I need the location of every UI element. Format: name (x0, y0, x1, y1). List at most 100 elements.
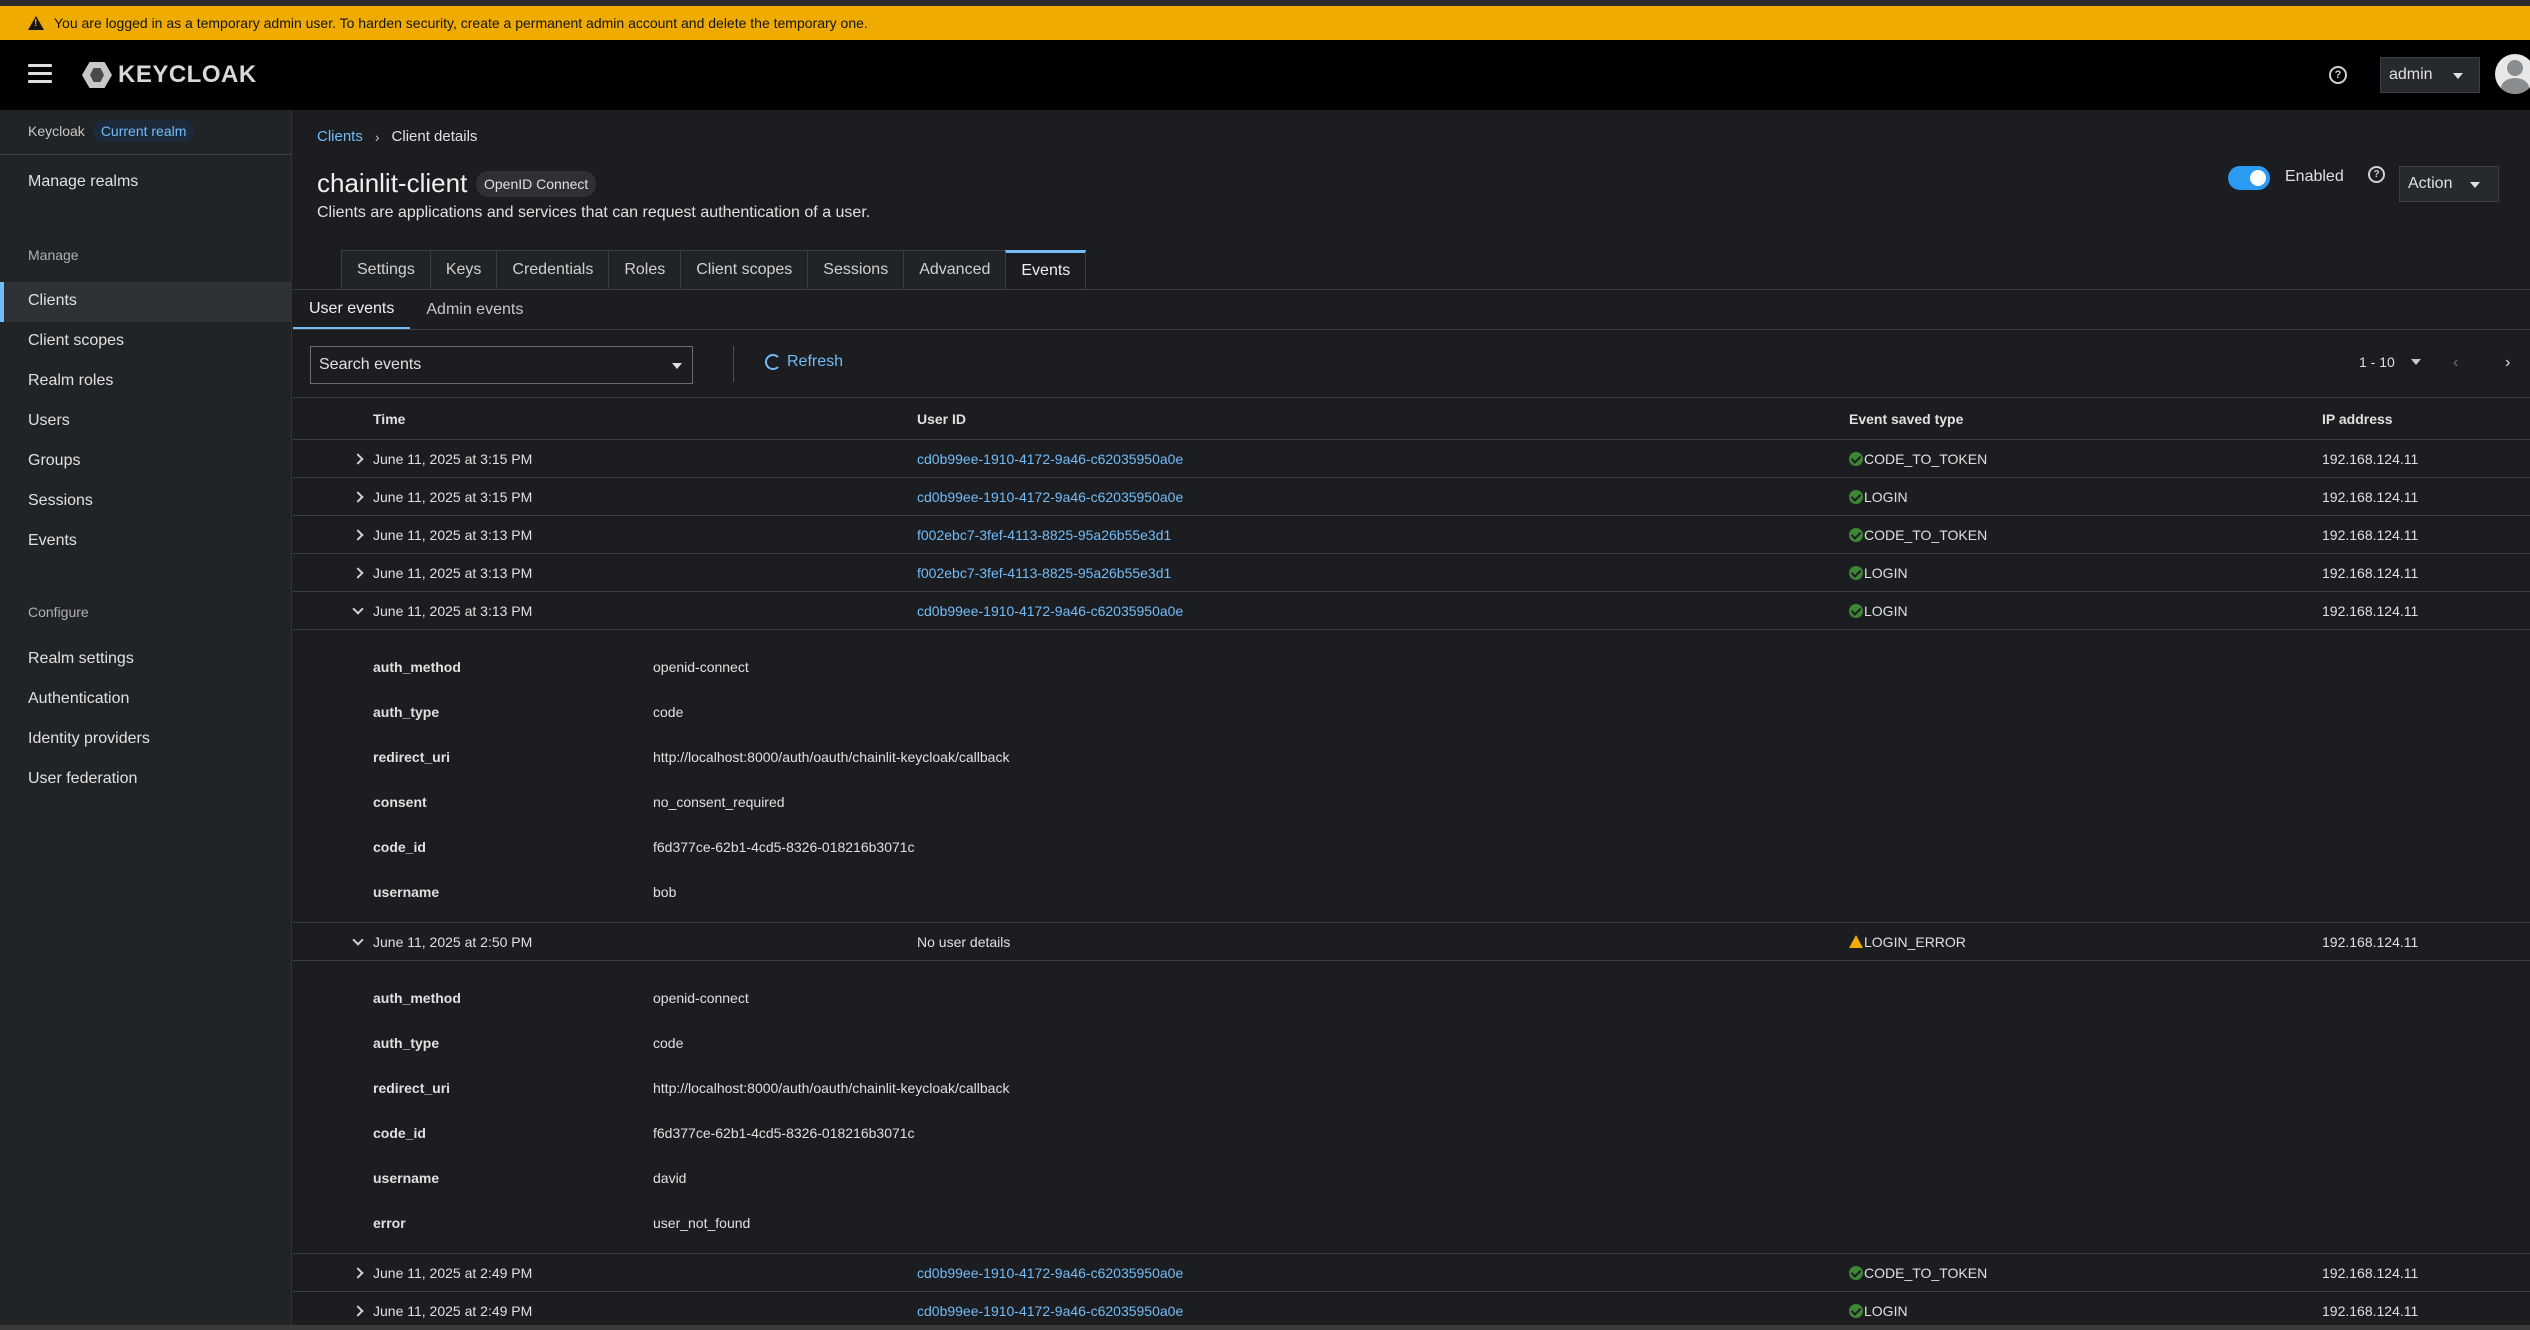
caret-down-icon (2453, 73, 2463, 79)
client-tabs: Settings Keys Credentials Roles Client s… (341, 250, 1087, 290)
ip-address: 192.168.124.11 (2322, 1302, 2419, 1319)
table-row: June 11, 2025 at 2:49 PM cd0b99ee-1910-4… (293, 1254, 2530, 1292)
sidebar-item-groups[interactable]: Groups (28, 452, 80, 470)
table-row-expanded: June 11, 2025 at 3:13 PM cd0b99ee-1910-4… (293, 592, 2530, 630)
expand-row-button[interactable] (293, 490, 373, 503)
collapse-row-button[interactable] (293, 602, 373, 615)
detail-row: redirect_uri http://localhost:8000/auth/o… (293, 1065, 2530, 1110)
detail-row: auth_method openid-connect (293, 975, 2530, 1020)
user-id-link[interactable]: cd0b99ee-1910-4172-9a46-c62035950a0e (917, 1303, 1849, 1319)
detail-key: auth_method (373, 658, 461, 675)
masthead: KEYCLOAK ? admin (0, 40, 2530, 110)
expand-row-button[interactable] (293, 1304, 373, 1317)
page-title: chainlit-client (317, 168, 468, 198)
avatar[interactable] (2495, 54, 2530, 94)
refresh-button[interactable]: Refresh (765, 353, 843, 371)
detail-value: f6d377ce-62b1-4cd5-8326-018216b3071c (653, 1124, 915, 1141)
enabled-label: Enabled (2285, 168, 2344, 185)
search-events-label: Search events (319, 356, 422, 373)
sidebar-item-client-scopes[interactable]: Client scopes (28, 332, 124, 350)
event-type-text: LOGIN (1864, 564, 1908, 581)
chevron-right-icon (352, 528, 364, 541)
realm-selector[interactable]: Keycloak Current realm (28, 120, 195, 142)
detail-row: auth_type code (293, 689, 2530, 734)
sidebar-item-identity-providers[interactable]: Identity providers (28, 730, 150, 748)
hamburger-menu-icon[interactable] (28, 64, 52, 84)
detail-row: error user_not_found (293, 1200, 2530, 1245)
pagination-range: 1 - 10 (2359, 354, 2395, 370)
current-realm-badge: Current realm (92, 120, 195, 142)
event-type-text: CODE_TO_TOKEN (1864, 450, 1988, 467)
sidebar-item-realm-settings[interactable]: Realm settings (28, 650, 134, 668)
tab-settings[interactable]: Settings (341, 250, 430, 290)
tab-client-scopes[interactable]: Client scopes (680, 250, 808, 290)
sidebar-item-sessions[interactable]: Sessions (28, 492, 93, 510)
detail-row: auth_type code (293, 1020, 2530, 1065)
expand-row-button[interactable] (293, 566, 373, 579)
expand-row-button[interactable] (293, 1266, 373, 1279)
user-dropdown[interactable]: admin (2380, 57, 2480, 93)
pagination-dropdown[interactable]: 1 - 10 (2359, 354, 2421, 370)
event-type-text: LOGIN (1864, 1302, 1908, 1319)
success-check-icon (1849, 1303, 1863, 1318)
collapse-row-button[interactable] (293, 933, 373, 946)
tab-roles[interactable]: Roles (608, 250, 681, 290)
user-id-link[interactable]: cd0b99ee-1910-4172-9a46-c62035950a0e (917, 603, 1849, 619)
expand-row-button[interactable] (293, 452, 373, 465)
sidebar-item-manage-realms[interactable]: Manage realms (28, 173, 138, 191)
chevron-right-icon (352, 452, 364, 465)
success-check-icon (1849, 1265, 1863, 1280)
sidebar-item-users[interactable]: Users (28, 412, 70, 430)
previous-page-button[interactable]: ‹ (2453, 354, 2458, 372)
detail-key: auth_method (373, 989, 461, 1006)
detail-key: redirect_uri (373, 748, 451, 765)
breadcrumb-clients-link[interactable]: Clients (317, 128, 363, 145)
action-dropdown[interactable]: Action (2399, 166, 2499, 202)
sidebar-item-realm-roles[interactable]: Realm roles (28, 372, 113, 390)
chevron-down-icon (352, 933, 364, 946)
event-time: June 11, 2025 at 3:13 PM (373, 602, 533, 619)
user-id-link[interactable]: f002ebc7-3fef-4113-8825-95a26b55e3d1 (917, 565, 1849, 581)
protocol-badge: OpenID Connect (476, 171, 597, 197)
user-id-link[interactable]: f002ebc7-3fef-4113-8825-95a26b55e3d1 (917, 527, 1849, 543)
event-time: June 11, 2025 at 3:15 PM (373, 488, 533, 505)
detail-row: code_id f6d377ce-62b1-4cd5-8326-018216b30… (293, 824, 2530, 869)
chevron-right-icon (352, 490, 364, 503)
event-time: June 11, 2025 at 3:15 PM (373, 450, 533, 467)
user-id-link[interactable]: cd0b99ee-1910-4172-9a46-c62035950a0e (917, 451, 1849, 467)
event-type-text: LOGIN (1864, 602, 1908, 619)
subtab-user-events[interactable]: User events (293, 290, 411, 330)
ip-address: 192.168.124.11 (2322, 602, 2419, 619)
user-id-link[interactable]: cd0b99ee-1910-4172-9a46-c62035950a0e (917, 1265, 1849, 1281)
user-id-link[interactable]: cd0b99ee-1910-4172-9a46-c62035950a0e (917, 489, 1849, 505)
subtab-admin-events[interactable]: Admin events (410, 290, 539, 330)
chevron-right-icon (352, 1266, 364, 1279)
detail-row: username bob (293, 869, 2530, 914)
sidebar-divider (0, 154, 292, 155)
sidebar-item-events[interactable]: Events (28, 532, 77, 550)
next-page-button[interactable]: › (2505, 354, 2510, 372)
detail-value: f6d377ce-62b1-4cd5-8326-018216b3071c (653, 838, 915, 855)
sidebar-item-clients[interactable]: Clients (28, 292, 77, 310)
keycloak-logo[interactable]: KEYCLOAK (80, 60, 257, 90)
tab-events[interactable]: Events (1005, 250, 1087, 290)
event-time: June 11, 2025 at 3:13 PM (373, 526, 533, 543)
warning-icon (1849, 934, 1863, 948)
success-check-icon (1849, 565, 1863, 580)
search-events-dropdown[interactable]: Search events (310, 346, 693, 384)
event-type: CODE_TO_TOKEN (1849, 1265, 2322, 1281)
temporary-admin-banner: You are logged in as a temporary admin u… (0, 6, 2530, 40)
enabled-toggle[interactable] (2228, 166, 2270, 190)
no-user-details: No user details (917, 933, 1011, 950)
tab-keys[interactable]: Keys (429, 250, 497, 290)
tab-advanced[interactable]: Advanced (903, 250, 1006, 290)
realm-name: Keycloak (28, 123, 85, 139)
tab-credentials[interactable]: Credentials (496, 250, 609, 290)
expand-row-button[interactable] (293, 528, 373, 541)
table-row: June 11, 2025 at 3:13 PM f002ebc7-3fef-4… (293, 516, 2530, 554)
enabled-help-icon[interactable]: ? (2368, 166, 2385, 183)
help-icon[interactable]: ? (2329, 66, 2347, 84)
sidebar-item-authentication[interactable]: Authentication (28, 690, 129, 708)
tab-sessions[interactable]: Sessions (807, 250, 904, 290)
sidebar-item-user-federation[interactable]: User federation (28, 770, 137, 788)
